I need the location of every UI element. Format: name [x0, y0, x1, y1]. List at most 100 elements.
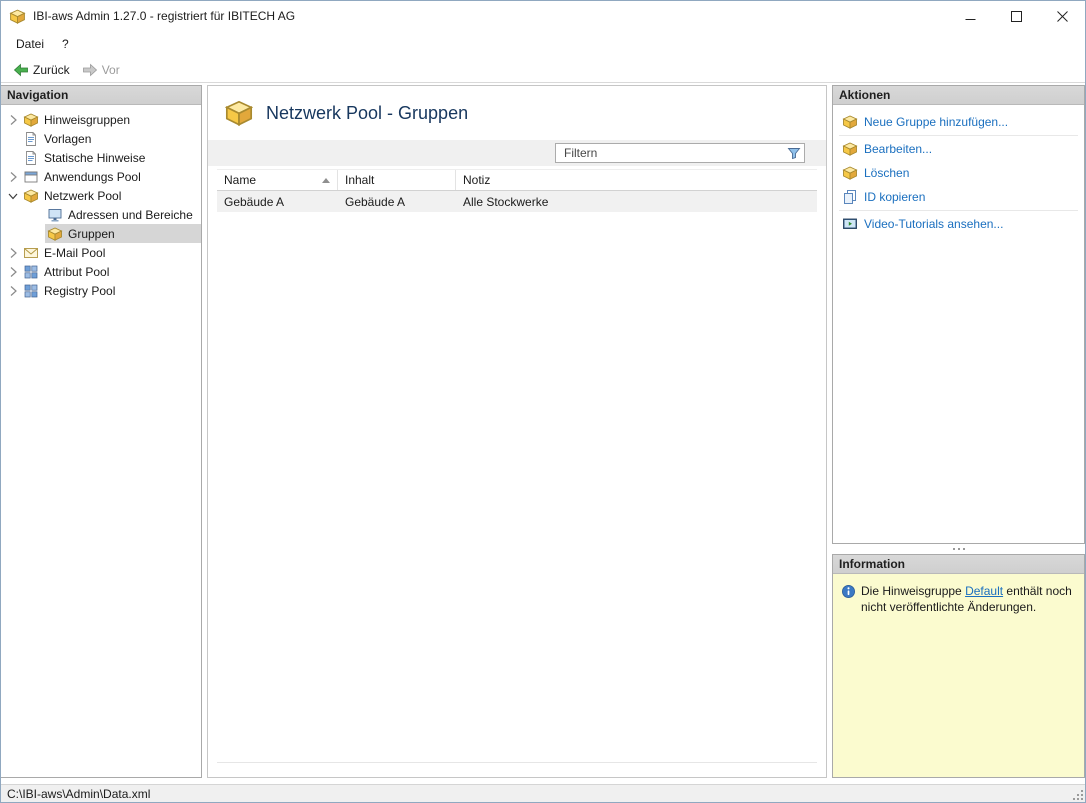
sidebar-item-attribut-pool[interactable]: Attribut Pool: [1, 262, 201, 281]
sidebar-item-gruppen[interactable]: Gruppen: [1, 224, 201, 243]
default-group-link[interactable]: Default: [965, 584, 1003, 598]
statusbar: C:\IBI-aws\Admin\Data.xml: [1, 784, 1085, 802]
forward-button[interactable]: Vor: [76, 60, 126, 80]
registry-pool-icon: [23, 283, 39, 299]
information-text: Die Hinweisgruppe Default enthält noch n…: [861, 583, 1076, 615]
cell-notiz: Alle Stockwerke: [463, 194, 549, 209]
info-icon: [841, 584, 856, 599]
menu-datei[interactable]: Datei: [7, 33, 53, 55]
sidebar-item-statische-hinweise[interactable]: Statische Hinweise: [1, 148, 201, 167]
templates-icon: [23, 131, 39, 147]
back-button-label: Zurück: [33, 62, 70, 77]
page-title: Netzwerk Pool - Gruppen: [266, 102, 469, 123]
attribute-pool-icon: [23, 264, 39, 280]
minimize-button[interactable]: [947, 1, 993, 31]
sidebar-item-label: Statische Hinweise: [44, 150, 146, 165]
cell-inhalt: Gebäude A: [345, 194, 406, 209]
column-header-notiz[interactable]: Notiz: [456, 170, 817, 190]
actions-panel: Aktionen Neue Gruppe hinzufügen... Bearb…: [832, 85, 1085, 544]
sidebar-item-registry-pool[interactable]: Registry Pool: [1, 281, 201, 300]
actions-list: Neue Gruppe hinzufügen... Bearbeiten... …: [833, 105, 1084, 236]
groups-table: Name Inhalt Notiz Gebäude A Gebäude A Al…: [217, 169, 817, 763]
column-header-inhalt[interactable]: Inhalt: [338, 170, 456, 190]
column-header-name[interactable]: Name: [217, 170, 338, 190]
sidebar-item-label: Attribut Pool: [44, 264, 110, 279]
chevron-right-icon[interactable]: [5, 245, 21, 261]
sidebar-item-label: Registry Pool: [44, 283, 116, 298]
copy-id-icon: [842, 189, 858, 205]
right-column: Aktionen Neue Gruppe hinzufügen... Bearb…: [832, 85, 1085, 778]
action-edit[interactable]: Bearbeiten...: [833, 137, 1084, 161]
groups-icon: [47, 226, 63, 242]
panel-splitter[interactable]: [832, 544, 1085, 554]
statusbar-path: C:\IBI-aws\Admin\Data.xml: [7, 786, 151, 801]
addresses-ranges-icon: [47, 207, 63, 223]
back-button[interactable]: Zurück: [7, 60, 76, 80]
column-header-label: Notiz: [463, 173, 491, 187]
sidebar-item-hinweisgruppen[interactable]: Hinweisgruppen: [1, 110, 201, 129]
sidebar-item-vorlagen[interactable]: Vorlagen: [1, 129, 201, 148]
information-body: Die Hinweisgruppe Default enthält noch n…: [833, 574, 1084, 777]
splitter-dots-icon: [957, 548, 960, 550]
workspace: Navigation Hinweisgruppen Vorlagen Stati…: [1, 83, 1085, 784]
sidebar-item-label: Anwendungs Pool: [44, 169, 141, 184]
filter-bar: [208, 140, 826, 166]
sidebar-item-netzwerk-pool[interactable]: Netzwerk Pool: [1, 186, 201, 205]
sidebar-item-label: Netzwerk Pool: [44, 188, 122, 203]
content-header: Netzwerk Pool - Gruppen: [208, 86, 826, 140]
chevron-right-icon[interactable]: [5, 169, 21, 185]
sidebar-item-adressen-und-bereiche[interactable]: Adressen und Bereiche: [1, 205, 201, 224]
navigation-panel: Navigation Hinweisgruppen Vorlagen Stati…: [1, 85, 202, 778]
filter-icon[interactable]: [786, 145, 802, 161]
action-copy-id[interactable]: ID kopieren: [833, 185, 1084, 209]
chevron-right-icon[interactable]: [5, 264, 21, 280]
table-row[interactable]: Gebäude A Gebäude A Alle Stockwerke: [217, 191, 817, 212]
information-text-before: Die Hinweisgruppe: [861, 584, 966, 598]
menubar: Datei ?: [1, 31, 1085, 57]
network-group-icon: [224, 98, 254, 128]
action-label: Neue Gruppe hinzufügen...: [864, 115, 1009, 129]
back-arrow-icon: [13, 62, 29, 78]
window-controls: [947, 1, 1085, 31]
network-pool-icon: [23, 188, 39, 204]
titlebar: IBI-aws Admin 1.27.0 - registriert für I…: [1, 1, 1085, 31]
resize-grip-icon[interactable]: [1073, 790, 1083, 800]
filter-box: [555, 143, 805, 163]
action-label: Bearbeiten...: [864, 142, 933, 156]
chevron-right-icon[interactable]: [5, 112, 21, 128]
sidebar-item-email-pool[interactable]: E-Mail Pool: [1, 243, 201, 262]
chevron-down-icon[interactable]: [5, 188, 21, 204]
table-header-row: Name Inhalt Notiz: [217, 169, 817, 191]
actions-panel-header: Aktionen: [833, 86, 1084, 105]
sidebar-item-label: Vorlagen: [44, 131, 92, 146]
action-label: Löschen: [864, 166, 910, 180]
close-button[interactable]: [1039, 1, 1085, 31]
divider: [839, 210, 1078, 211]
chevron-right-icon[interactable]: [5, 283, 21, 299]
minimize-icon: [965, 18, 975, 20]
action-delete[interactable]: Löschen: [833, 161, 1084, 185]
menu-help[interactable]: ?: [53, 33, 78, 55]
sidebar-item-label: Hinweisgruppen: [44, 112, 131, 127]
maximize-button[interactable]: [993, 1, 1039, 31]
action-video-tutorials[interactable]: Video-Tutorials ansehen...: [833, 212, 1084, 236]
close-icon: [1056, 10, 1068, 22]
column-header-label: Name: [224, 173, 257, 187]
sidebar-item-label: Adressen und Bereiche: [68, 207, 193, 222]
content-panel: Netzwerk Pool - Gruppen Name Inhalt: [207, 85, 827, 778]
static-notices-icon: [23, 150, 39, 166]
delete-group-icon: [842, 165, 858, 181]
forward-arrow-icon: [82, 62, 98, 78]
divider: [839, 135, 1078, 136]
information-panel-header: Information: [833, 555, 1084, 574]
sidebar-item-anwendungs-pool[interactable]: Anwendungs Pool: [1, 167, 201, 186]
sidebar-item-label: E-Mail Pool: [44, 245, 106, 260]
action-label: Video-Tutorials ansehen...: [864, 217, 1004, 231]
cell-name: Gebäude A: [224, 194, 285, 209]
filter-input[interactable]: [555, 143, 805, 163]
window-title: IBI-aws Admin 1.27.0 - registriert für I…: [33, 9, 296, 23]
column-header-label: Inhalt: [345, 173, 375, 187]
forward-button-label: Vor: [101, 62, 120, 77]
application-pool-icon: [23, 169, 39, 185]
action-new-group[interactable]: Neue Gruppe hinzufügen...: [833, 110, 1084, 134]
